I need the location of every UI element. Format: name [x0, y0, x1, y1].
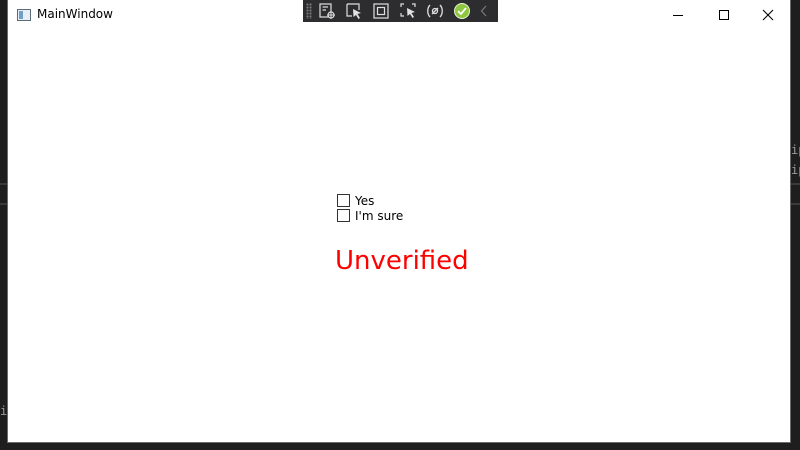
display-layout-adorners-icon	[373, 3, 389, 19]
background-code-fragment: i	[0, 404, 8, 418]
binding-failures-button[interactable]	[424, 1, 446, 21]
toolbar-grip-handle[interactable]	[306, 3, 312, 19]
go-to-live-visual-tree-button[interactable]	[316, 1, 338, 21]
minimize-icon	[673, 15, 683, 16]
track-focused-element-button[interactable]	[397, 1, 419, 21]
checkbox-yes[interactable]: Yes	[337, 193, 374, 208]
verification-status-text: Unverified	[335, 246, 469, 276]
checkbox-label: Yes	[355, 193, 375, 208]
main-window: MainWindow Yes I'm sure Unverified	[8, 0, 790, 442]
checkbox-label: I'm sure	[355, 208, 404, 223]
background-code-fragment: ip	[791, 163, 800, 177]
app-icon	[17, 9, 31, 21]
maximize-icon	[719, 10, 729, 20]
close-icon	[762, 9, 774, 21]
verified-check-icon	[454, 3, 470, 19]
xaml-debug-toolbar	[303, 0, 498, 22]
minimize-button-visual[interactable]	[655, 0, 701, 30]
display-layout-adorners-button[interactable]	[370, 1, 392, 21]
select-element-icon	[346, 3, 361, 19]
maximize-button-visual[interactable]	[701, 0, 747, 30]
window-title: MainWindow	[37, 7, 113, 21]
track-focused-element-icon	[400, 3, 416, 18]
checkbox-box[interactable]	[337, 209, 350, 222]
binding-failures-icon	[427, 4, 443, 18]
background-code-fragment: ip	[791, 143, 800, 157]
window-content: Yes I'm sure Unverified	[8, 31, 790, 442]
live-visual-tree-icon	[319, 3, 335, 19]
chevron-left-icon	[480, 5, 487, 17]
checkbox-box[interactable]	[337, 194, 350, 207]
collapse-toolbar-button[interactable]	[478, 1, 490, 21]
checkbox-im-sure[interactable]: I'm sure	[337, 208, 403, 223]
close-button[interactable]	[745, 0, 791, 30]
hot-reload-status-button[interactable]	[451, 1, 473, 21]
select-element-button[interactable]	[343, 1, 365, 21]
